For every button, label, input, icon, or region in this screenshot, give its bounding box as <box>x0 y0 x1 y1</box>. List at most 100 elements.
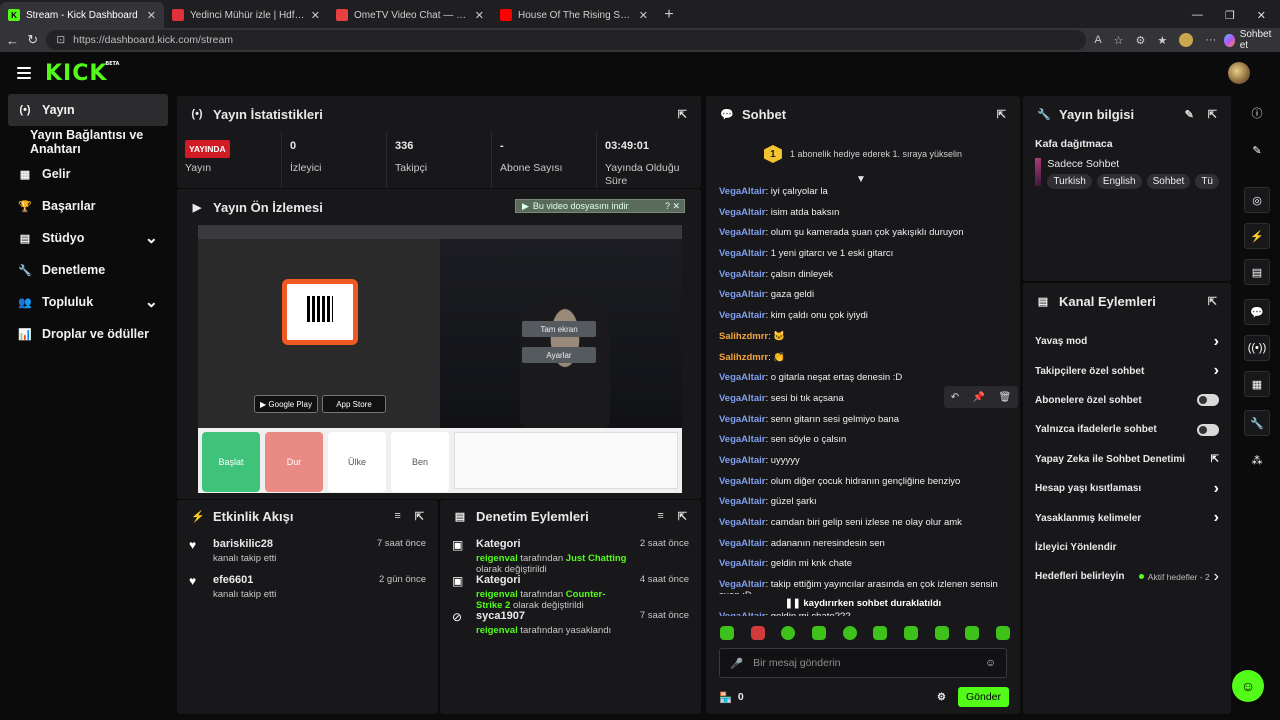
chat-message[interactable]: Salihzdmrr: 👏 <box>719 348 1020 369</box>
chat-username[interactable]: VegaAltair <box>719 476 765 487</box>
stream-preview-video[interactable]: ▶ Google Play App Store Tam ekran Ayarla… <box>198 225 682 493</box>
chat-message[interactable]: Salihzdmrr: 🐱 <box>719 327 1020 348</box>
tag-chip[interactable]: English <box>1096 174 1142 189</box>
channel-action-row[interactable]: Yasaklanmış kelimeler › <box>1023 503 1231 532</box>
chat-username[interactable]: VegaAltair <box>719 496 765 507</box>
chat-icon[interactable]: 💬 <box>1244 299 1270 325</box>
reply-icon[interactable]: ↶ <box>951 392 959 403</box>
emote-icon[interactable] <box>873 626 888 640</box>
chat-username[interactable]: VegaAltair <box>719 455 765 466</box>
toggle-switch[interactable] <box>1197 394 1219 407</box>
emote-icon[interactable] <box>842 626 857 640</box>
filter-icon[interactable]: ≡ <box>394 510 400 523</box>
tag-chip[interactable]: Turkish <box>1047 174 1092 189</box>
chat-username[interactable]: VegaAltair <box>719 310 765 321</box>
chat-message[interactable]: VegaAltair: güzel şarkı <box>719 492 1020 513</box>
chat-username[interactable]: VegaAltair <box>719 372 765 383</box>
browser-tab[interactable]: House Of The Rising Sun - YouTub ✕ <box>492 2 656 28</box>
new-tab-button[interactable]: + <box>656 2 682 28</box>
channel-action-row[interactable]: Abonelere özel sohbet <box>1023 386 1231 415</box>
channel-action-row[interactable]: İzleyici Yönlendir <box>1023 533 1231 562</box>
popout-icon[interactable]: ⇱ <box>415 510 424 523</box>
user-avatar[interactable] <box>1228 62 1250 84</box>
pencil-icon[interactable]: ✎ <box>1244 137 1270 163</box>
edit-icon[interactable]: ✎ <box>1185 108 1194 121</box>
chat-message[interactable]: VegaAltair: adananın neresindesin sen <box>719 534 1020 555</box>
emote-icon[interactable] <box>903 626 918 640</box>
emoji-icon[interactable]: ☺ <box>985 657 996 669</box>
bolt-icon[interactable]: ⚡ <box>1244 223 1270 249</box>
moderator-name[interactable]: reigenval <box>476 589 518 600</box>
popout-icon[interactable]: ⇱ <box>1208 295 1217 308</box>
channel-action-row[interactable]: Hesap yaşı kısıtlaması › <box>1023 474 1231 503</box>
chat-username[interactable]: Salihzdmrr <box>719 331 768 342</box>
broadcast-icon[interactable]: ((•)) <box>1244 335 1270 361</box>
chat-message[interactable]: VegaAltair: 1 yeni gitarcı ve 1 eski git… <box>719 244 1020 265</box>
category-target[interactable]: Just Chatting <box>566 553 627 564</box>
read-aloud-icon[interactable]: A <box>1094 34 1101 46</box>
tab-close-icon[interactable]: ✕ <box>311 9 320 22</box>
channel-action-row[interactable]: Takipçilere özel sohbet › <box>1023 356 1231 385</box>
reload-icon[interactable]: ↻ <box>27 32 38 48</box>
chat-paused-banner[interactable]: ❚❚ kaydırırken sohbet duraklatıldı <box>706 594 1020 612</box>
emote-icon[interactable] <box>995 626 1010 640</box>
fullscreen-overlay-button[interactable]: Tam ekran <box>522 321 596 337</box>
camera-icon[interactable]: ◎ <box>1244 187 1270 213</box>
video-download-bar[interactable]: ▶ Bu video dosyasını indir ? ✕ <box>515 199 685 213</box>
minimize-icon[interactable]: — <box>1192 9 1203 21</box>
channel-action-row[interactable]: Hedefleri belirleyin Aktif hedefler - 2 › <box>1023 562 1231 591</box>
chat-username[interactable]: VegaAltair <box>719 434 765 445</box>
kick-logo[interactable]: KICK BETA <box>45 61 119 86</box>
chat-input[interactable]: 🎤 Bir mesaj gönderin ☺ <box>719 648 1007 678</box>
channel-action-row[interactable]: Yalnızca ifadelerle sohbet <box>1023 415 1231 444</box>
moderator-name[interactable]: reigenval <box>476 553 518 564</box>
chat-username[interactable]: VegaAltair <box>719 538 765 549</box>
chat-username[interactable]: VegaAltair <box>719 248 765 259</box>
chat-username[interactable]: VegaAltair <box>719 393 765 404</box>
pin-icon[interactable]: 📌 <box>973 392 985 403</box>
popout-icon[interactable]: ⇱ <box>1208 108 1217 121</box>
close-window-icon[interactable]: ✕ <box>1257 9 1266 22</box>
chat-settings-icon[interactable]: ⚙ <box>937 692 946 703</box>
help-chat-icon[interactable]: ☺ <box>1232 670 1264 702</box>
chat-message[interactable]: VegaAltair: gaza geldi <box>719 285 1020 306</box>
sidebar-item[interactable]: Yayın Bağlantısı ve Anahtarı <box>0 126 176 158</box>
info-icon[interactable]: ⓘ <box>1244 100 1270 126</box>
emote-icon[interactable] <box>720 626 734 640</box>
send-button[interactable]: Gönder <box>957 687 1009 707</box>
chat-username[interactable]: VegaAltair <box>719 579 765 590</box>
tab-close-icon[interactable]: ✕ <box>639 9 648 22</box>
sidebar-item[interactable]: 🏆 Başarılar <box>0 190 176 222</box>
emote-icon[interactable] <box>750 626 765 640</box>
add-widget-icon[interactable]: ⁂ <box>1244 447 1270 473</box>
popout-icon[interactable]: ⇱ <box>997 108 1006 121</box>
emote-icon[interactable] <box>781 626 796 640</box>
site-info-icon[interactable]: ⊡ <box>56 34 65 46</box>
more-icon[interactable]: ··· <box>1205 34 1216 46</box>
chat-message[interactable]: VegaAltair: geldin mi knk chate <box>719 554 1020 575</box>
filter-icon[interactable]: ≡ <box>657 510 663 523</box>
sidebar-item[interactable]: 👥 Topluluk ⌄ <box>0 286 176 318</box>
follower-name[interactable]: efe6601 <box>213 574 369 586</box>
tab-close-icon[interactable]: ✕ <box>475 9 484 22</box>
gift-leaderboard[interactable]: 1 1 abonelik hediye ederek 1. sıraya yük… <box>706 134 1020 174</box>
channel-action-row[interactable]: Yavaş mod › <box>1023 327 1231 356</box>
browser-tab[interactable]: Yedinci Mühür izle | Hdfilmcehenn ✕ <box>164 2 328 28</box>
sidebar-item[interactable]: 🔧 Denetleme <box>0 254 176 286</box>
url-field[interactable]: ⊡ https://dashboard.kick.com/stream <box>46 30 1087 50</box>
popout-icon[interactable]: ⇱ <box>678 108 687 121</box>
copilot-button[interactable]: Sohbet et <box>1224 29 1274 51</box>
chat-message[interactable]: VegaAltair: sen söyle o çalsın <box>719 430 1020 451</box>
extensions-icon[interactable]: ⚙ <box>1136 34 1146 47</box>
chat-username[interactable]: VegaAltair <box>719 558 765 569</box>
chat-message[interactable]: VegaAltair: olum diğer çocuk hidranın ge… <box>719 472 1020 493</box>
profile-icon[interactable] <box>1179 33 1194 47</box>
chat-message[interactable]: VegaAltair: kim çaldı onu çok iyiydi <box>719 306 1020 327</box>
chat-username[interactable]: VegaAltair <box>719 414 765 425</box>
store-icon[interactable]: 🏪 <box>719 691 732 704</box>
toggle-switch[interactable] <box>1197 423 1219 436</box>
sidebar-item[interactable]: ▦ Gelir <box>0 158 176 190</box>
follower-name[interactable]: bariskilic28 <box>213 538 367 550</box>
chat-message[interactable]: VegaAltair: isim atda baksın <box>719 203 1020 224</box>
emote-icon[interactable] <box>965 626 980 640</box>
